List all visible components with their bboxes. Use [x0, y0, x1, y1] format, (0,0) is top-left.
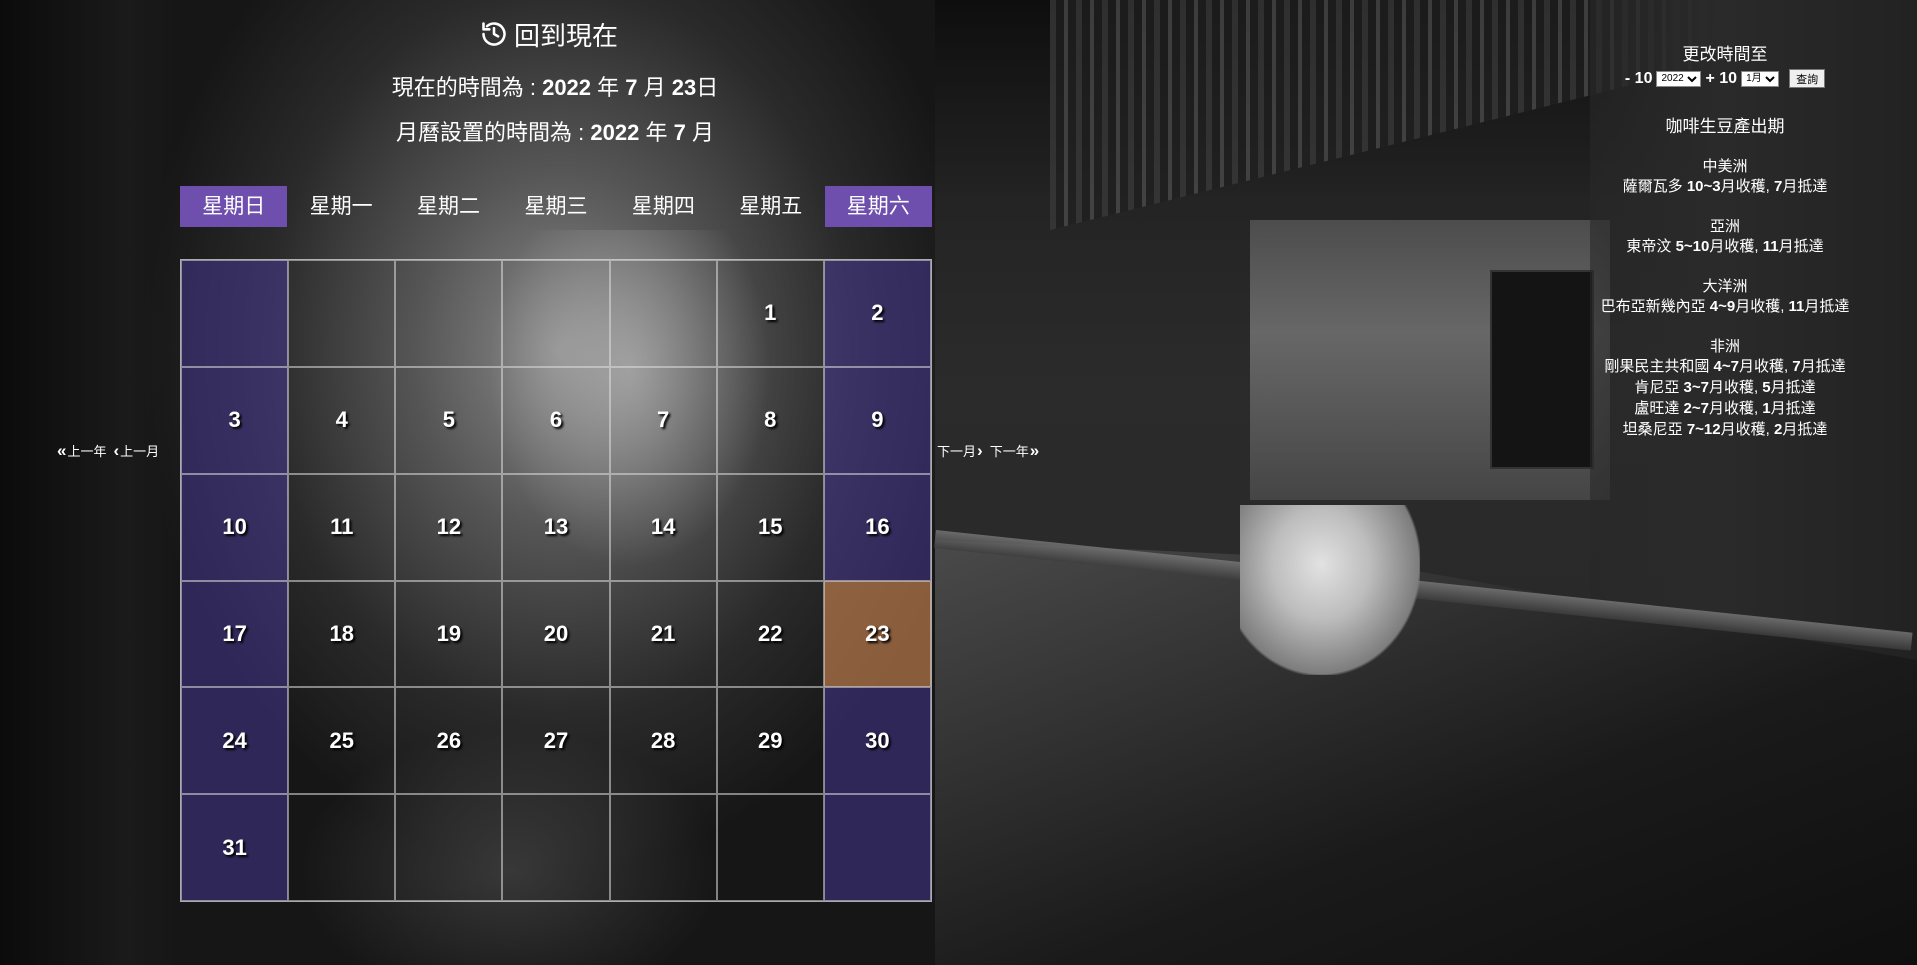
harvest-line: 盧旺達 2~7月收穫, 1月抵達	[1634, 400, 1816, 417]
day-cell[interactable]: 22	[716, 580, 824, 688]
day-cell[interactable]: 2	[823, 260, 931, 367]
coffee-harvest-title: 咖啡生豆產出期	[1665, 117, 1785, 136]
chevron-left-icon: ‹	[113, 441, 120, 460]
region-name: 中美洲	[1702, 158, 1748, 175]
day-cell[interactable]: 10	[181, 473, 289, 581]
current-time-line: 現在的時間為 : 2022 年 7 月 23日	[391, 75, 719, 100]
harvest-line: 剛果民主共和國 4~7月收穫, 7月抵達	[1604, 358, 1846, 375]
day-cell[interactable]: 28	[609, 687, 717, 795]
harvest-line: 巴布亞新幾內亞 4~9月收穫, 11月抵達	[1600, 298, 1850, 315]
day-cell[interactable]: 11	[288, 473, 396, 581]
harvest-line: 薩爾瓦多 10~3月收穫, 7月抵達	[1622, 178, 1828, 195]
next-year-button[interactable]: 下一年 »	[990, 441, 1040, 460]
day-cell[interactable]: 20	[502, 580, 610, 688]
harvest-line: 坦桑尼亞 7~12月收穫, 2月抵達	[1622, 421, 1828, 438]
next-month-button[interactable]: 下一月 ›	[937, 441, 984, 460]
day-cell[interactable]: 12	[395, 473, 503, 581]
day-cell[interactable]: 9	[823, 366, 931, 474]
region-name: 亞洲	[1709, 218, 1740, 235]
minus-ten-years-button[interactable]: - 10	[1625, 70, 1653, 88]
prev-navigation: « 上一年 ‹ 上一月	[56, 441, 165, 460]
weekday-header: 星期日 星期一 星期二 星期三 星期四 星期五 星期六	[180, 186, 932, 227]
empty-day-cell	[502, 794, 610, 901]
day-cell[interactable]: 6	[502, 366, 610, 474]
weekday-saturday: 星期六	[824, 186, 932, 227]
back-to-now-label: 回到現在	[514, 20, 619, 51]
chevron-right-icon: ›	[977, 441, 983, 460]
query-button[interactable]: 查詢	[1789, 69, 1826, 88]
day-cell[interactable]: 23	[823, 580, 931, 688]
day-cell[interactable]: 4	[288, 366, 396, 474]
region-block: 大洋洲巴布亞新幾內亞 4~9月收穫, 11月抵達	[1575, 275, 1875, 317]
day-cell[interactable]: 31	[181, 794, 289, 901]
change-time-title: 更改時間至	[1682, 45, 1768, 64]
empty-day-cell	[288, 260, 396, 367]
region-block: 中美洲薩爾瓦多 10~3月收穫, 7月抵達	[1575, 155, 1875, 197]
day-cell[interactable]: 17	[181, 580, 289, 688]
day-cell[interactable]: 13	[502, 473, 610, 581]
day-cell[interactable]: 26	[395, 687, 503, 795]
double-chevron-left-icon: «	[57, 441, 67, 460]
plus-ten-years-button[interactable]: + 10	[1705, 70, 1737, 88]
day-cell[interactable]: 19	[395, 580, 503, 688]
empty-day-cell	[823, 794, 931, 901]
day-cell[interactable]: 7	[609, 366, 717, 474]
prev-year-label: 上一年	[67, 444, 107, 459]
day-cell[interactable]: 15	[716, 473, 824, 581]
day-cell[interactable]: 27	[502, 687, 610, 795]
empty-day-cell	[395, 260, 503, 367]
next-year-label: 下一年	[989, 444, 1029, 459]
weekday-thursday: 星期四	[631, 195, 695, 218]
region-block: 非洲剛果民主共和國 4~7月收穫, 7月抵達 肯尼亞 3~7月收穫, 5月抵達 盧旺…	[1575, 335, 1875, 440]
empty-day-cell	[181, 260, 289, 367]
change-time-controls: - 10 2022 + 10 1月 查詢	[1575, 69, 1875, 88]
day-cell[interactable]: 3	[181, 366, 289, 474]
year-select[interactable]: 2022	[1656, 70, 1702, 87]
prev-month-label: 上一月	[120, 444, 160, 459]
next-month-label: 下一月	[937, 444, 977, 459]
empty-day-cell	[502, 260, 610, 367]
day-cell[interactable]: 21	[609, 580, 717, 688]
calendar-set-time-line: 月曆設置的時間為 : 2022 年 7 月	[396, 120, 714, 145]
month-select[interactable]: 1月	[1741, 70, 1780, 87]
day-cell[interactable]: 25	[288, 687, 396, 795]
double-chevron-right-icon: »	[1029, 441, 1040, 460]
region-list: 中美洲薩爾瓦多 10~3月收穫, 7月抵達 亞洲東帝汶 5~10月收穫, 11月抵…	[1575, 155, 1875, 440]
region-block: 亞洲東帝汶 5~10月收穫, 11月抵達	[1575, 215, 1875, 257]
day-cell[interactable]: 29	[716, 687, 824, 795]
weekday-wednesday: 星期三	[524, 195, 588, 218]
day-cell[interactable]: 8	[716, 366, 824, 474]
calendar-grid: 1 2 3 4 5 6 7 8 9 10 11 12 13 14 15 16 17 18 19 20 21 22 23 24 2…	[180, 259, 932, 902]
prev-year-button[interactable]: « 上一年	[56, 441, 106, 460]
day-cell[interactable]: 14	[609, 473, 717, 581]
day-cell[interactable]: 1	[716, 260, 824, 367]
harvest-line: 東帝汶 5~10月收穫, 11月抵達	[1626, 238, 1824, 255]
region-name: 非洲	[1709, 338, 1740, 355]
empty-day-cell	[288, 794, 396, 901]
sidebar-panel: 更改時間至 - 10 2022 + 10 1月 查詢 咖啡生豆產出期 中美洲薩爾…	[1575, 40, 1875, 440]
day-cell[interactable]: 16	[823, 473, 931, 581]
empty-day-cell	[716, 794, 824, 901]
day-cell[interactable]: 30	[823, 687, 931, 795]
region-name: 大洋洲	[1702, 278, 1748, 295]
prev-month-button[interactable]: ‹ 上一月	[112, 441, 159, 460]
weekday-tuesday: 星期二	[417, 195, 481, 218]
history-icon	[482, 22, 506, 46]
weekday-friday: 星期五	[739, 195, 803, 218]
empty-day-cell	[395, 794, 503, 901]
empty-day-cell	[609, 794, 717, 901]
empty-day-cell	[609, 260, 717, 367]
weekday-sunday: 星期日	[180, 186, 288, 227]
next-navigation: 下一月 › 下一年 »	[937, 441, 1046, 460]
harvest-line: 肯尼亞 3~7月收穫, 5月抵達	[1634, 379, 1816, 396]
day-cell[interactable]: 18	[288, 580, 396, 688]
day-cell[interactable]: 5	[395, 366, 503, 474]
weekday-monday: 星期一	[309, 195, 373, 218]
back-to-now-button[interactable]: 回到現在	[480, 17, 618, 51]
day-cell[interactable]: 24	[181, 687, 289, 795]
